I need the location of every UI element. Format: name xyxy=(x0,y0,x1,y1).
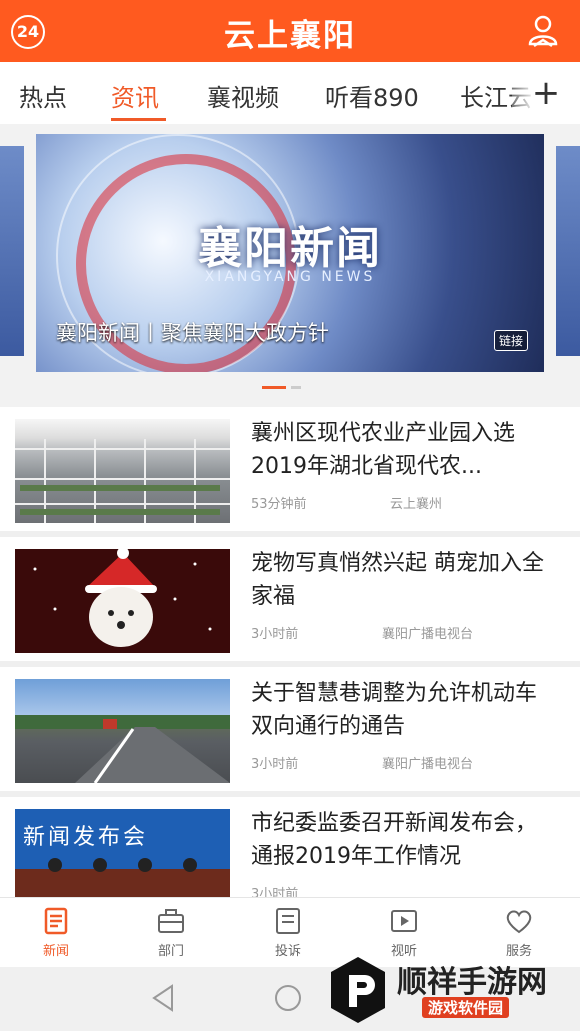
news-thumbnail xyxy=(15,419,230,523)
greenhouse-image xyxy=(15,439,230,523)
prev-slide-preview[interactable] xyxy=(0,146,24,356)
complaint-icon xyxy=(276,908,300,934)
banner-logo-subtitle: XIANGYANG NEWS xyxy=(204,269,376,285)
watermark-text: 顺祥手游网 xyxy=(397,965,547,1000)
nav-service[interactable]: 服务 xyxy=(484,906,554,959)
news-thumbnail: 新闻发布会 xyxy=(15,809,230,897)
news-item[interactable]: 宠物写真悄然兴起 萌宠加入全家福 3小时前 襄阳广播电视台 xyxy=(0,537,580,661)
news-item[interactable]: 新闻发布会 市纪委监委召开新闻发布会，通报2019年工作情况 3小时前 xyxy=(0,797,580,902)
news-source: 襄阳广播电视台 xyxy=(382,757,474,772)
news-time: 3小时前 xyxy=(251,627,299,642)
nav-news[interactable]: 新闻 xyxy=(21,906,91,959)
banner-logo-text: 襄阳新闻 xyxy=(198,223,382,274)
news-title: 襄州区现代农业产业园入选2019年湖北省现代农... xyxy=(251,421,516,479)
news-item[interactable]: 关于智慧巷调整为允许机动车双向通行的通告 3小时前 襄阳广播电视台 xyxy=(0,667,580,791)
home-icon[interactable] xyxy=(273,983,303,1013)
banner-slide[interactable]: 襄阳新闻 XIANGYANG NEWS 襄阳新闻丨聚焦襄阳大政方针 链接 xyxy=(36,134,544,372)
video-icon xyxy=(391,910,417,932)
channel-tabs: 热点 资讯 襄视频 听看890 长江云 + xyxy=(0,62,580,124)
road-image xyxy=(15,715,230,783)
news-icon xyxy=(44,907,68,935)
app-header: 24 云上襄阳 xyxy=(0,0,580,62)
department-icon xyxy=(158,909,184,933)
news-thumbnail xyxy=(15,549,230,653)
tab-news[interactable]: 资讯 xyxy=(111,78,159,113)
site-watermark: 顺祥手游网 游戏软件园 xyxy=(327,953,572,1027)
carousel-dot xyxy=(291,386,301,389)
add-channel-icon[interactable]: + xyxy=(512,62,580,124)
news-time: 3小时前 xyxy=(251,757,299,772)
news-thumbnail xyxy=(15,679,230,783)
watermark-subtext: 游戏软件园 xyxy=(422,997,510,1018)
news-title: 市纪委监委召开新闻发布会，通报2019年工作情况 xyxy=(251,811,538,869)
nav-label: 新闻 xyxy=(42,944,69,959)
tab-listen-890[interactable]: 听看890 xyxy=(325,78,419,113)
app-title: 云上襄阳 xyxy=(224,18,356,54)
news-source: 襄阳广播电视台 xyxy=(382,627,474,642)
news-title: 宠物写真悄然兴起 萌宠加入全家福 xyxy=(251,551,544,609)
banner-caption: 襄阳新闻丨聚焦襄阳大政方针 xyxy=(56,321,329,345)
nav-department[interactable]: 部门 xyxy=(136,906,206,959)
user-profile-icon[interactable] xyxy=(524,12,562,50)
tab-hot[interactable]: 热点 xyxy=(19,78,67,113)
tab-video[interactable]: 襄视频 xyxy=(207,78,279,113)
watermark-logo-icon xyxy=(331,957,385,1023)
back-icon[interactable] xyxy=(150,983,176,1013)
news-title: 关于智慧巷调整为允许机动车双向通行的通告 xyxy=(251,681,538,739)
carousel-indicator xyxy=(262,386,306,405)
pet-photo-image xyxy=(15,549,230,653)
news-time: 53分钟前 xyxy=(251,497,307,512)
heart-icon xyxy=(506,910,532,934)
carousel-dot-active xyxy=(262,386,286,389)
banner-link-tag: 链接 xyxy=(493,330,528,351)
nav-video[interactable]: 视听 xyxy=(369,906,439,959)
banner-carousel[interactable]: 襄阳新闻 XIANGYANG NEWS 襄阳新闻丨聚焦襄阳大政方针 链接 xyxy=(0,124,580,407)
nav-label: 部门 xyxy=(157,944,184,959)
nav-label: 投诉 xyxy=(274,944,301,959)
news-source: 云上襄州 xyxy=(390,497,443,512)
nav-complaint[interactable]: 投诉 xyxy=(253,906,323,959)
press-conference-image xyxy=(15,858,230,897)
active-tab-indicator xyxy=(111,118,166,121)
next-slide-preview[interactable] xyxy=(556,146,580,356)
news-item[interactable]: 襄州区现代农业产业园入选2019年湖北省现代农... 53分钟前 云上襄州 xyxy=(0,407,580,531)
